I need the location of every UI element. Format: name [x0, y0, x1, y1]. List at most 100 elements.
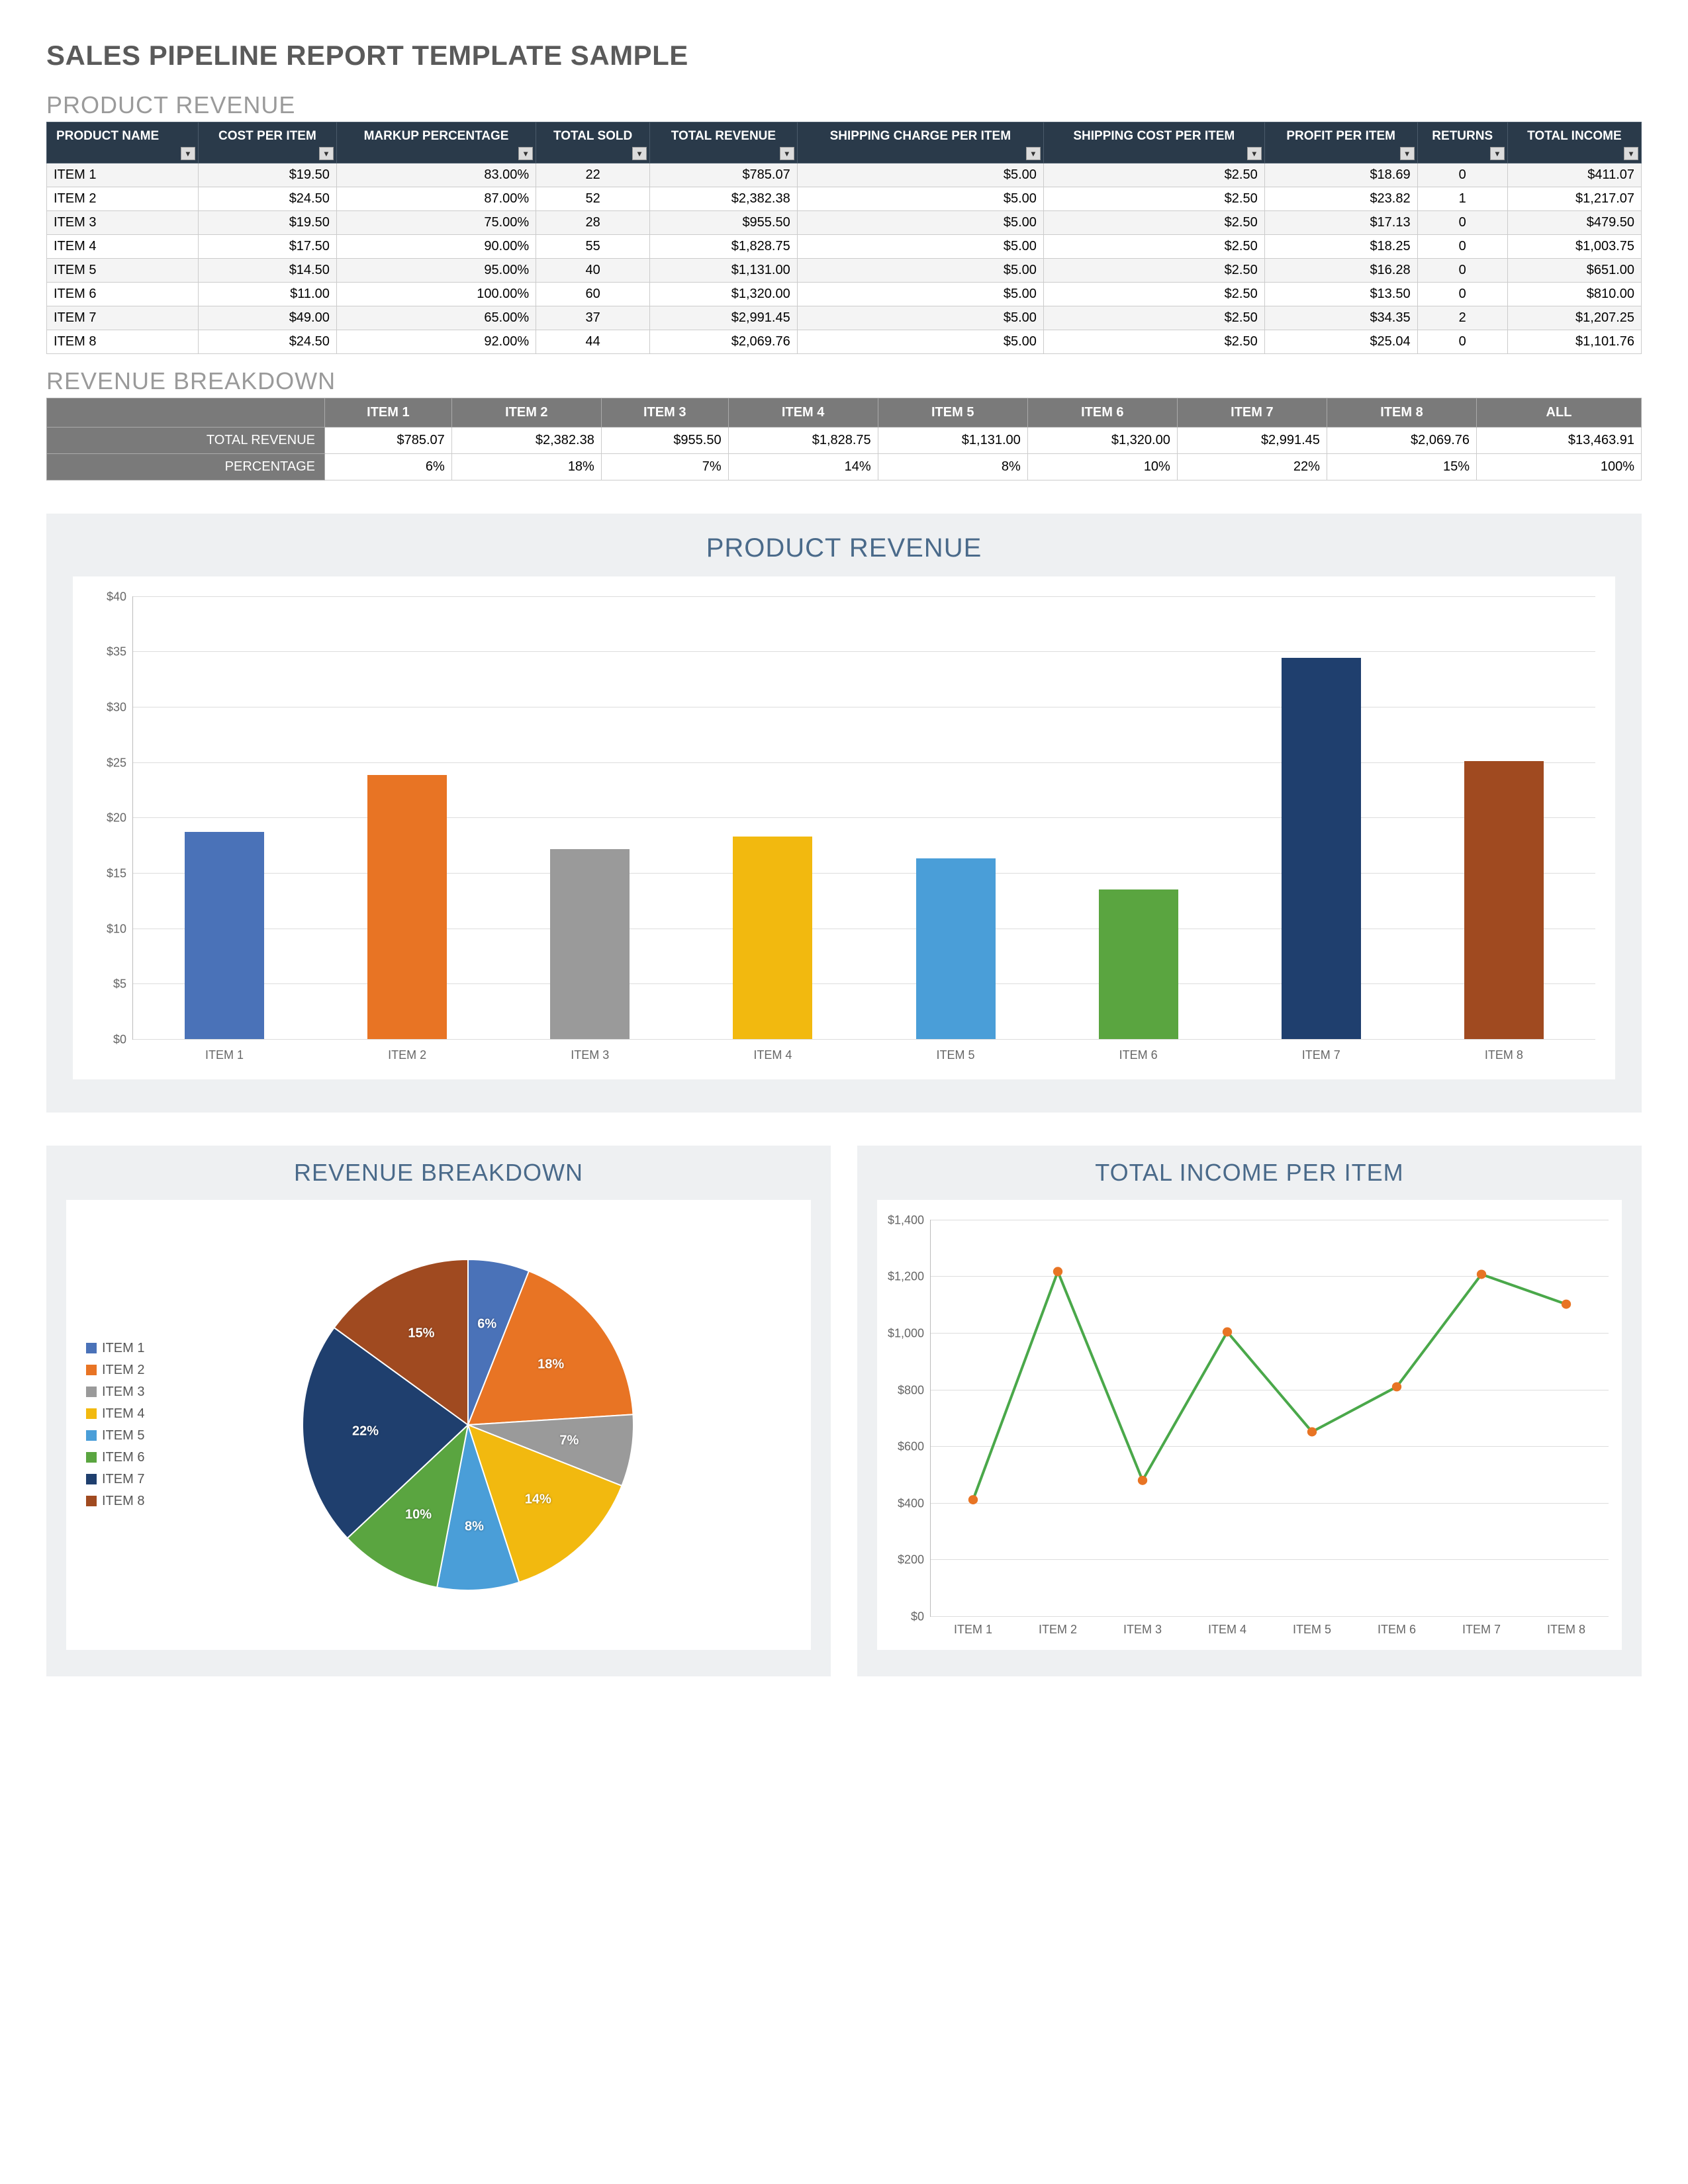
cell: $1,828.75	[650, 234, 798, 258]
cell: $5.00	[797, 306, 1043, 330]
cell: $17.50	[198, 234, 336, 258]
cell: $2,991.45	[1177, 427, 1327, 453]
cell: $14.50	[198, 258, 336, 282]
line-marker	[968, 1495, 978, 1504]
x-tick-label: ITEM 5	[1293, 1616, 1331, 1637]
cell: $24.50	[198, 330, 336, 353]
filter-dropdown-icon[interactable]: ▾	[1247, 147, 1262, 160]
cell: $2,382.38	[451, 427, 601, 453]
table-row: ITEM 4$17.5090.00%55$1,828.75$5.00$2.50$…	[47, 234, 1642, 258]
cell: $955.50	[650, 210, 798, 234]
bar-chart-title: PRODUCT REVENUE	[73, 533, 1615, 563]
y-tick-label: $35	[107, 645, 133, 659]
cell: ITEM 3	[47, 210, 199, 234]
pie-slice-label: 15%	[408, 1326, 434, 1341]
bar: ITEM 2	[367, 775, 447, 1039]
legend-item: ITEM 2	[86, 1363, 144, 1378]
filter-dropdown-icon[interactable]: ▾	[780, 147, 794, 160]
line-marker	[1562, 1299, 1571, 1308]
filter-dropdown-icon[interactable]: ▾	[518, 147, 533, 160]
x-tick-label: ITEM 1	[954, 1616, 992, 1637]
line-marker	[1477, 1269, 1486, 1279]
table-row: PERCENTAGE6%18%7%14%8%10%22%15%100%	[47, 453, 1642, 480]
cell: 87.00%	[336, 187, 536, 210]
filter-dropdown-icon[interactable]: ▾	[1026, 147, 1041, 160]
legend-item: ITEM 5	[86, 1428, 144, 1443]
cell: ITEM 6	[47, 282, 199, 306]
col-header: TOTAL INCOME▾	[1507, 122, 1641, 163]
filter-dropdown-icon[interactable]: ▾	[1400, 147, 1415, 160]
filter-dropdown-icon[interactable]: ▾	[632, 147, 647, 160]
cell: 55	[536, 234, 650, 258]
cell: 44	[536, 330, 650, 353]
bar: ITEM 8	[1464, 761, 1544, 1038]
table-row: ITEM 6$11.00100.00%60$1,320.00$5.00$2.50…	[47, 282, 1642, 306]
line-chart-panel: TOTAL INCOME PER ITEM $0$200$400$600$800…	[857, 1146, 1642, 1676]
cell: 0	[1417, 282, 1507, 306]
cell: $49.00	[198, 306, 336, 330]
cell: $1,207.25	[1507, 306, 1641, 330]
cell: $1,320.00	[1027, 427, 1177, 453]
cell: $18.69	[1264, 163, 1417, 187]
cell: $785.07	[325, 427, 452, 453]
bar: ITEM 4	[733, 837, 812, 1039]
filter-dropdown-icon[interactable]: ▾	[1624, 147, 1638, 160]
table-row: ITEM 2$24.5087.00%52$2,382.38$5.00$2.50$…	[47, 187, 1642, 210]
cell: $2.50	[1043, 258, 1264, 282]
pie-slice-label: 10%	[405, 1507, 432, 1522]
cell: 100%	[1477, 453, 1642, 480]
y-tick-label: $1,200	[888, 1270, 931, 1284]
cell: $2.50	[1043, 306, 1264, 330]
col-header: PRODUCT NAME▾	[47, 122, 199, 163]
row-header: PERCENTAGE	[47, 453, 325, 480]
line-marker	[1053, 1267, 1062, 1276]
col-header: ITEM 3	[601, 398, 728, 427]
cell: $34.35	[1264, 306, 1417, 330]
legend-item: ITEM 7	[86, 1472, 144, 1487]
filter-dropdown-icon[interactable]: ▾	[181, 147, 195, 160]
cell: $2.50	[1043, 210, 1264, 234]
legend-swatch	[86, 1343, 97, 1353]
bar: ITEM 6	[1099, 889, 1178, 1039]
table-row: ITEM 8$24.5092.00%44$2,069.76$5.00$2.50$…	[47, 330, 1642, 353]
bar: ITEM 5	[916, 858, 996, 1039]
y-tick-label: $40	[107, 590, 133, 604]
pie-chart-title: REVENUE BREAKDOWN	[66, 1159, 811, 1187]
x-tick-label: ITEM 5	[937, 1039, 975, 1062]
line-chart: $0$200$400$600$800$1,000$1,200$1,400ITEM…	[877, 1200, 1622, 1650]
cell: $11.00	[198, 282, 336, 306]
x-tick-label: ITEM 1	[205, 1039, 244, 1062]
pie-slice-label: 8%	[465, 1520, 484, 1535]
filter-dropdown-icon[interactable]: ▾	[319, 147, 334, 160]
cell: $810.00	[1507, 282, 1641, 306]
x-tick-label: ITEM 4	[753, 1039, 792, 1062]
col-header: TOTAL SOLD▾	[536, 122, 650, 163]
col-header: COST PER ITEM▾	[198, 122, 336, 163]
y-tick-label: $0	[113, 1032, 133, 1046]
cell: 0	[1417, 210, 1507, 234]
cell: 90.00%	[336, 234, 536, 258]
cell: 60	[536, 282, 650, 306]
cell: $1,828.75	[728, 427, 878, 453]
legend-swatch	[86, 1474, 97, 1484]
cell: 40	[536, 258, 650, 282]
cell: ITEM 8	[47, 330, 199, 353]
cell: $1,217.07	[1507, 187, 1641, 210]
cell: 15%	[1327, 453, 1476, 480]
cell: $24.50	[198, 187, 336, 210]
bar-chart-panel: PRODUCT REVENUE $0$5$10$15$20$25$30$35$4…	[46, 514, 1642, 1113]
line-marker	[1223, 1327, 1232, 1336]
line-marker	[1307, 1427, 1317, 1436]
cell: 7%	[601, 453, 728, 480]
cell: $2.50	[1043, 163, 1264, 187]
page-title: SALES PIPELINE REPORT TEMPLATE SAMPLE	[46, 40, 1642, 71]
filter-dropdown-icon[interactable]: ▾	[1490, 147, 1505, 160]
pie-chart-panel: REVENUE BREAKDOWN ITEM 1ITEM 2ITEM 3ITEM…	[46, 1146, 831, 1676]
cell: $5.00	[797, 234, 1043, 258]
line-marker	[1138, 1476, 1147, 1485]
col-header: PROFIT PER ITEM▾	[1264, 122, 1417, 163]
table-row: ITEM 1$19.5083.00%22$785.07$5.00$2.50$18…	[47, 163, 1642, 187]
cell: $5.00	[797, 330, 1043, 353]
cell: 14%	[728, 453, 878, 480]
line-marker	[1392, 1382, 1401, 1391]
